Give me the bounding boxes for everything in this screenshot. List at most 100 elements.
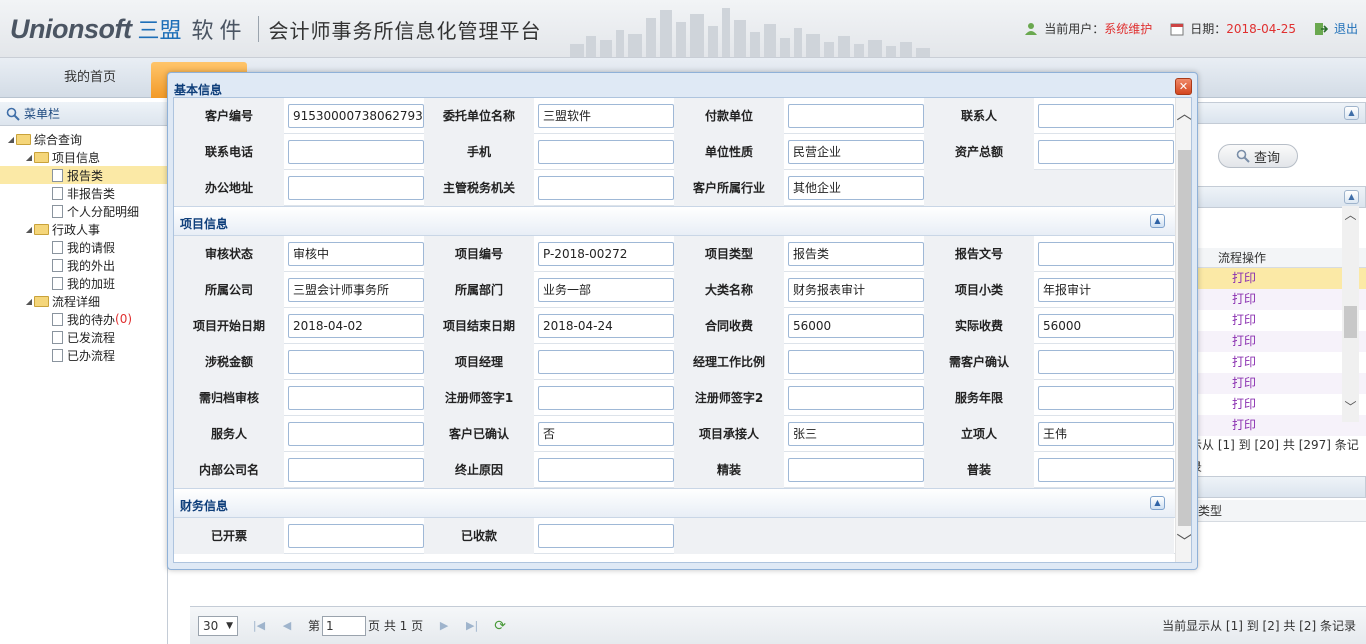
field-input[interactable] bbox=[788, 350, 924, 374]
field-input[interactable] bbox=[288, 386, 424, 410]
print-link[interactable]: 打印 bbox=[1190, 310, 1366, 331]
field-input[interactable]: 财务报表审计 bbox=[788, 278, 924, 302]
collapse-icon[interactable]: ▲ bbox=[1344, 106, 1359, 120]
field-input[interactable] bbox=[288, 176, 424, 200]
field-input[interactable] bbox=[288, 422, 424, 446]
sidebar-item[interactable]: 个人分配明细 bbox=[0, 202, 167, 220]
first-page-icon[interactable]: |◀ bbox=[252, 619, 266, 633]
collapse-icon[interactable]: ▲ bbox=[1150, 214, 1165, 228]
print-link[interactable]: 打印 bbox=[1190, 268, 1366, 289]
tab-home[interactable]: 我的首页 bbox=[40, 66, 140, 85]
page-label-post: 页 共 1 页 bbox=[368, 619, 424, 633]
page-size-select[interactable]: 30 ▼ bbox=[198, 615, 238, 636]
sidebar-title: 菜单栏 bbox=[24, 107, 61, 121]
refresh-icon[interactable]: ⟳ bbox=[493, 619, 507, 633]
expand-arrow-icon[interactable]: ◢ bbox=[6, 135, 16, 144]
scroll-up-icon[interactable]: ︿ bbox=[1176, 100, 1191, 124]
field-input[interactable] bbox=[1038, 104, 1174, 128]
page-number-input[interactable]: 1 bbox=[322, 615, 367, 636]
field-input[interactable]: 业务一部 bbox=[538, 278, 674, 302]
field-input[interactable] bbox=[288, 458, 424, 482]
field-input[interactable]: P-2018-00272 bbox=[538, 242, 674, 266]
info-form: ▲ 客户编号915300007380627930委托单位名称三盟软件付款单位 联系人… bbox=[174, 98, 1175, 562]
print-link[interactable]: 打印 bbox=[1190, 331, 1366, 352]
sidebar-item[interactable]: 我的请假 bbox=[0, 238, 167, 256]
field-input[interactable]: 否 bbox=[538, 422, 674, 446]
print-link[interactable]: 打印 bbox=[1190, 289, 1366, 310]
sidebar-item-label: 已办流程 bbox=[67, 348, 116, 363]
field-label: 项目类型 bbox=[674, 236, 784, 272]
close-icon[interactable]: ✕ bbox=[1175, 78, 1192, 95]
print-link[interactable]: 打印 bbox=[1190, 352, 1366, 373]
current-user-label: 当前用户： bbox=[1044, 22, 1105, 36]
field-input[interactable]: 2018-04-02 bbox=[288, 314, 424, 338]
field-input[interactable] bbox=[1038, 386, 1174, 410]
field-input[interactable] bbox=[788, 104, 924, 128]
print-link[interactable]: 打印 bbox=[1190, 373, 1366, 394]
field-input[interactable] bbox=[538, 458, 674, 482]
field-input[interactable] bbox=[288, 524, 424, 548]
grid-scrollbar[interactable]: ︿ ﹀ bbox=[1342, 206, 1359, 422]
last-page-icon[interactable]: ▶| bbox=[465, 619, 479, 633]
field-input[interactable] bbox=[1038, 242, 1174, 266]
field-input[interactable]: 报告类 bbox=[788, 242, 924, 266]
query-button-label: 查询 bbox=[1253, 150, 1280, 166]
expand-arrow-icon[interactable]: ◢ bbox=[24, 297, 34, 306]
field-input[interactable]: 56000 bbox=[1038, 314, 1174, 338]
logout-link[interactable]: 退出 bbox=[1334, 20, 1358, 37]
sidebar-item[interactable]: ◢ 项目信息 bbox=[0, 148, 167, 166]
query-button[interactable]: 查询 bbox=[1218, 144, 1298, 168]
sidebar-item-label: 流程详细 bbox=[52, 294, 101, 309]
sidebar-item[interactable]: ◢ 综合查询 bbox=[0, 130, 167, 148]
field-input[interactable]: 其他企业 bbox=[788, 176, 924, 200]
field-input[interactable] bbox=[1038, 350, 1174, 374]
field-input[interactable]: 三盟软件 bbox=[538, 104, 674, 128]
field-input[interactable] bbox=[288, 140, 424, 164]
print-link[interactable]: 打印 bbox=[1190, 415, 1366, 436]
scroll-down-icon[interactable]: ﹀ bbox=[1176, 528, 1191, 552]
field-input[interactable]: 2018-04-24 bbox=[538, 314, 674, 338]
logout-icon[interactable] bbox=[1314, 22, 1328, 36]
field-input[interactable]: 民营企业 bbox=[788, 140, 924, 164]
sidebar-item[interactable]: ◢ 行政人事 bbox=[0, 220, 167, 238]
collapse-icon[interactable]: ▲ bbox=[1344, 190, 1359, 204]
field-input[interactable] bbox=[538, 350, 674, 374]
field-input[interactable]: 王伟 bbox=[1038, 422, 1174, 446]
field-input[interactable] bbox=[538, 524, 674, 548]
field-input[interactable] bbox=[538, 176, 674, 200]
sidebar-item[interactable]: 非报告类 bbox=[0, 184, 167, 202]
next-page-icon[interactable]: ▶ bbox=[437, 619, 451, 633]
calendar-icon bbox=[1170, 23, 1184, 35]
sidebar-item[interactable]: 已办流程 bbox=[0, 346, 167, 364]
field-input[interactable] bbox=[538, 140, 674, 164]
section-title: 财务信息 bbox=[180, 499, 229, 513]
sidebar-item[interactable]: 我的加班 bbox=[0, 274, 167, 292]
scroll-thumb[interactable] bbox=[1178, 150, 1191, 526]
sidebar-item[interactable]: 已发流程 bbox=[0, 328, 167, 346]
expand-arrow-icon[interactable]: ◢ bbox=[24, 225, 34, 234]
pager: 30 ▼ |◀ ◀ 第 1 页 共 1 页 ▶ ▶| ⟳ 当前显示从 [1] 到 … bbox=[190, 606, 1366, 644]
field-input[interactable] bbox=[788, 458, 924, 482]
field-input[interactable] bbox=[538, 386, 674, 410]
field-input[interactable]: 张三 bbox=[788, 422, 924, 446]
sidebar-item[interactable]: 我的待办 (0) bbox=[0, 310, 167, 328]
sidebar-item[interactable]: ◢ 流程详细 bbox=[0, 292, 167, 310]
sidebar-item-label: 非报告类 bbox=[67, 186, 116, 201]
field-input[interactable] bbox=[1038, 458, 1174, 482]
field-input[interactable]: 审核中 bbox=[288, 242, 424, 266]
sidebar-item[interactable]: 报告类 bbox=[0, 166, 167, 184]
field-label: 项目小类 bbox=[924, 272, 1034, 308]
field-input[interactable] bbox=[1038, 140, 1174, 164]
field-input[interactable]: 三盟会计师事务所 bbox=[288, 278, 424, 302]
dialog-scrollbar[interactable]: ︿ ﹀ bbox=[1175, 98, 1191, 562]
field-input[interactable]: 年报审计 bbox=[1038, 278, 1174, 302]
collapse-icon[interactable]: ▲ bbox=[1150, 496, 1165, 510]
print-link[interactable]: 打印 bbox=[1190, 394, 1366, 415]
field-input[interactable]: 56000 bbox=[788, 314, 924, 338]
field-input[interactable] bbox=[288, 350, 424, 374]
prev-page-icon[interactable]: ◀ bbox=[280, 619, 294, 633]
expand-arrow-icon[interactable]: ◢ bbox=[24, 153, 34, 162]
field-input[interactable]: 915300007380627930 bbox=[288, 104, 424, 128]
sidebar-item[interactable]: 我的外出 bbox=[0, 256, 167, 274]
field-input[interactable] bbox=[788, 386, 924, 410]
